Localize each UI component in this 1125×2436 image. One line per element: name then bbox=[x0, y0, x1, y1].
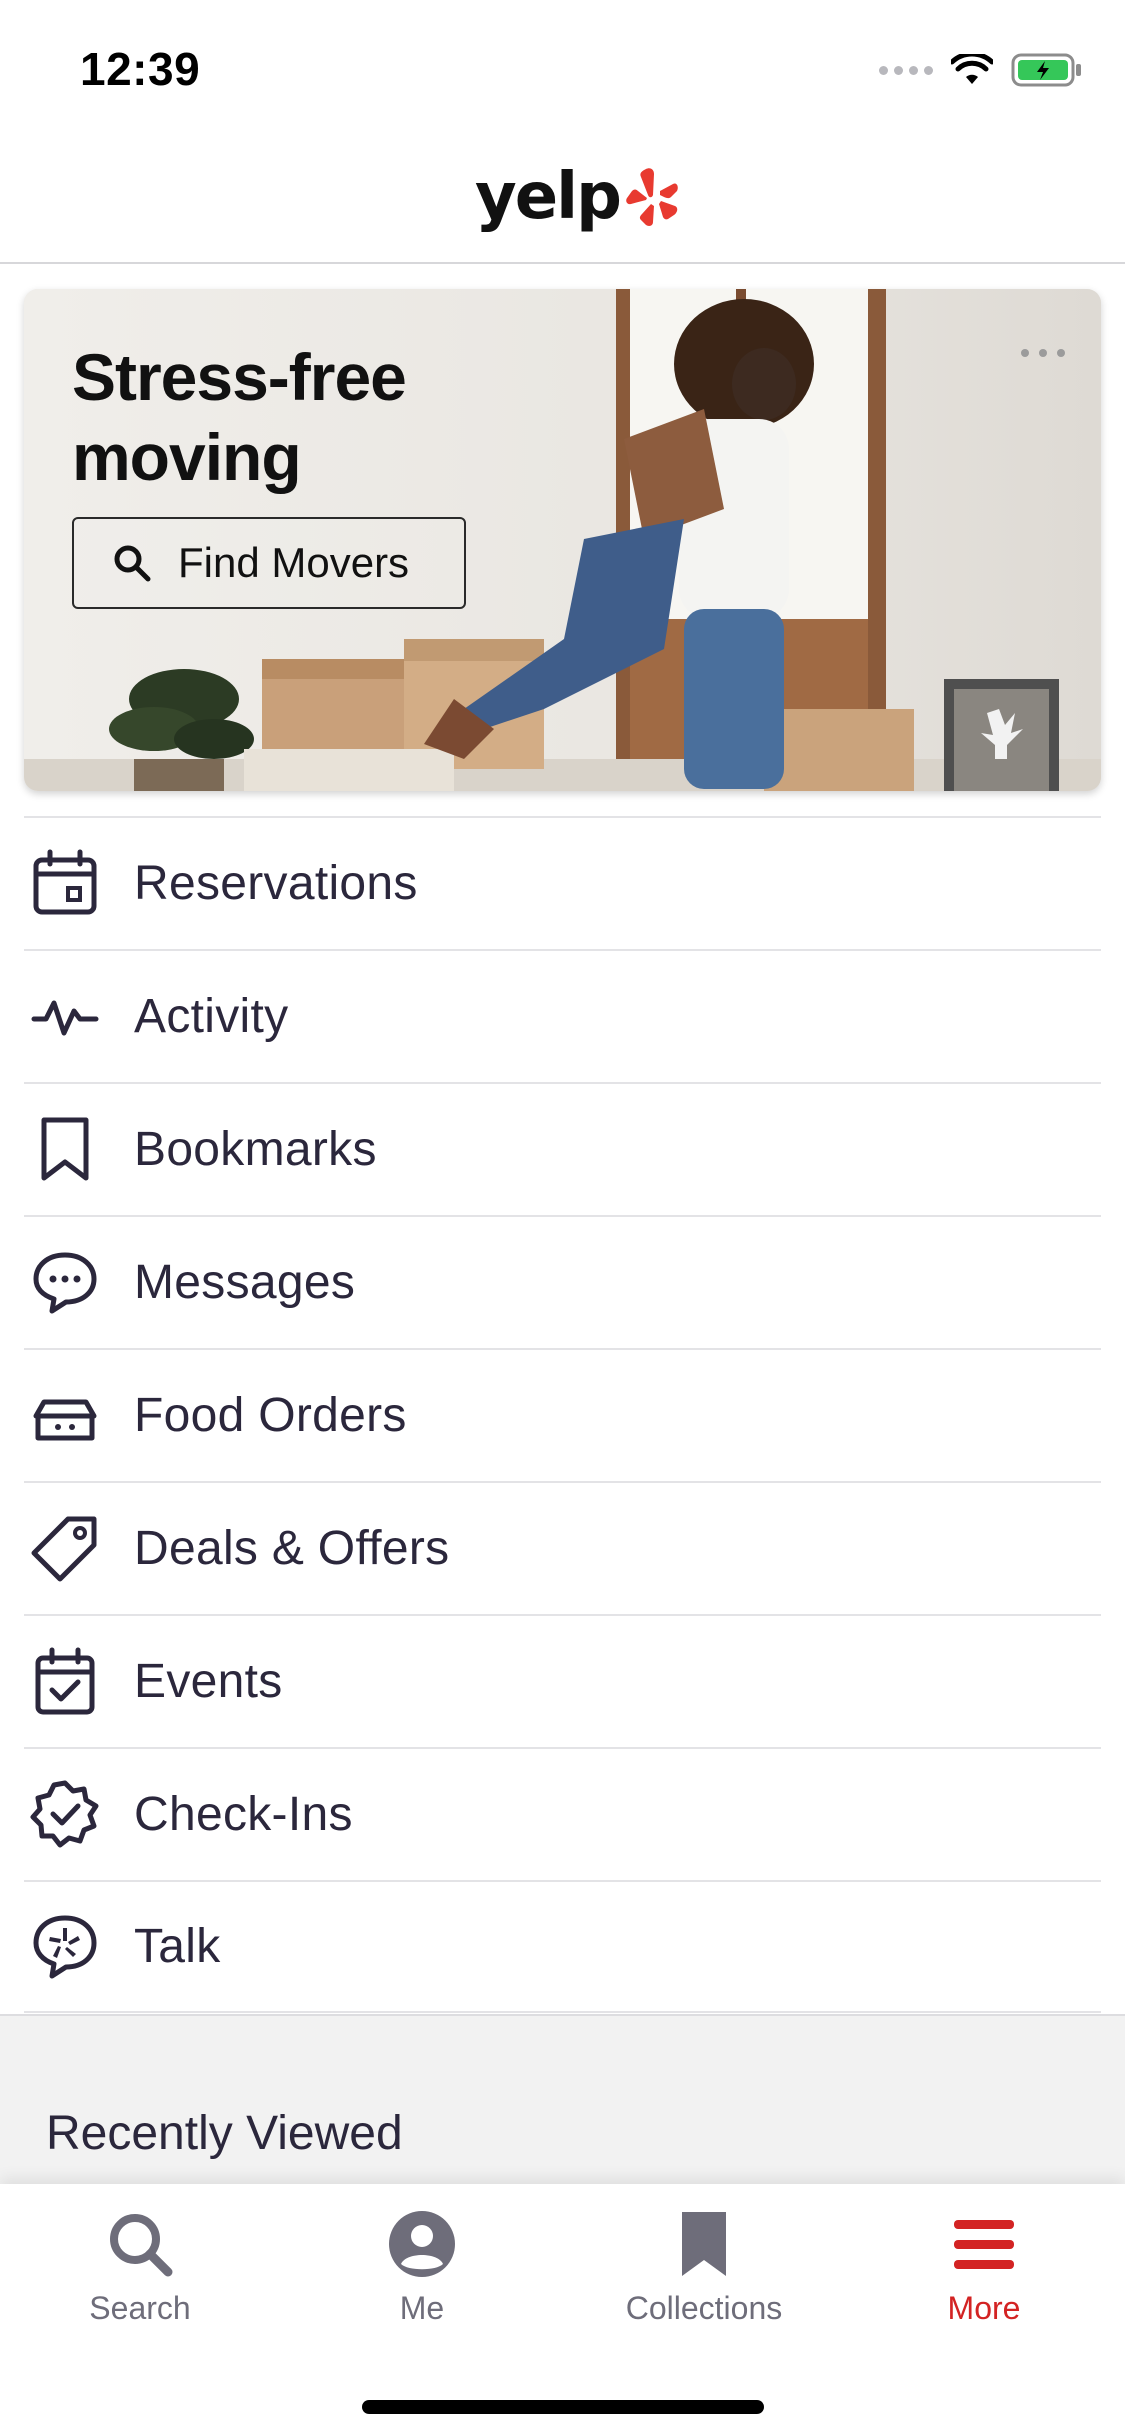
chat-bubble-icon bbox=[33, 1252, 97, 1314]
menu-item-reservations[interactable]: Reservations bbox=[24, 816, 1101, 949]
recently-viewed-title: Recently Viewed bbox=[46, 2107, 403, 2160]
talk-bubble-icon bbox=[33, 1915, 97, 1979]
tab-collections[interactable]: Collections bbox=[604, 2208, 804, 2327]
menu-item-talk[interactable]: Talk bbox=[24, 1880, 1101, 2013]
recently-viewed-section: Recently Viewed bbox=[0, 2014, 1125, 2186]
find-movers-label: Find Movers bbox=[178, 539, 410, 586]
menu-icon bbox=[954, 2220, 1014, 2269]
yelp-burst-icon bbox=[626, 168, 678, 226]
menu-label-deals-offers: Deals & Offers bbox=[134, 1522, 450, 1575]
menu-item-food-orders[interactable]: Food Orders bbox=[24, 1348, 1101, 1481]
badge-check-icon bbox=[30, 1780, 99, 1848]
home-indicator[interactable] bbox=[362, 2400, 764, 2414]
tab-more[interactable]: More bbox=[884, 2208, 1084, 2327]
menu-item-bookmarks[interactable]: Bookmarks bbox=[24, 1082, 1101, 1215]
wifi-icon bbox=[951, 54, 993, 84]
promo-title: Stress-free moving bbox=[72, 337, 407, 497]
menu-label-messages: Messages bbox=[134, 1256, 356, 1309]
tab-label-more: More bbox=[947, 2290, 1021, 2326]
calendar-check-icon bbox=[35, 1647, 95, 1715]
menu-item-messages[interactable]: Messages bbox=[24, 1215, 1101, 1348]
menu-item-events[interactable]: Events bbox=[24, 1614, 1101, 1747]
promo-title-line1: Stress-free bbox=[72, 340, 407, 414]
yelp-logo: yelp bbox=[475, 160, 680, 234]
cellular-signal-icon bbox=[879, 65, 933, 75]
menu-label-check-ins: Check-Ins bbox=[134, 1788, 353, 1841]
tag-icon bbox=[31, 1516, 97, 1582]
tab-me[interactable]: Me bbox=[322, 2208, 522, 2327]
app-header: yelp bbox=[0, 134, 1125, 264]
status-time: 12:39 bbox=[80, 43, 201, 95]
tab-label-search: Search bbox=[89, 2290, 191, 2326]
logo-wordmark: yelp bbox=[475, 160, 622, 234]
moving-promo-card[interactable]: Stress-free moving Find Movers bbox=[24, 289, 1101, 791]
more-menu-list: Reservations Activity Bookmarks Messages… bbox=[24, 816, 1101, 2013]
bookmark-icon bbox=[682, 2212, 726, 2276]
bookmark-icon bbox=[41, 1117, 89, 1181]
tab-label-me: Me bbox=[399, 2290, 445, 2326]
user-icon bbox=[389, 2211, 455, 2277]
menu-label-food-orders: Food Orders bbox=[134, 1389, 407, 1442]
search-icon bbox=[110, 2214, 173, 2277]
status-icons bbox=[879, 50, 1083, 90]
calendar-icon bbox=[33, 849, 97, 915]
menu-label-talk: Talk bbox=[134, 1920, 221, 1973]
menu-label-events: Events bbox=[134, 1655, 283, 1708]
menu-label-reservations: Reservations bbox=[134, 857, 418, 910]
promo-more-options-icon[interactable] bbox=[1021, 349, 1065, 357]
find-movers-button[interactable]: Find Movers bbox=[72, 517, 466, 609]
battery-icon bbox=[1011, 53, 1081, 87]
tab-search[interactable]: Search bbox=[40, 2208, 240, 2327]
bottom-tab-bar: Search Me Collections More bbox=[0, 2184, 1125, 2436]
menu-label-activity: Activity bbox=[134, 990, 289, 1043]
search-icon bbox=[114, 545, 151, 582]
status-bar: 12:39 bbox=[0, 0, 1125, 134]
food-basket-icon bbox=[33, 1399, 97, 1441]
menu-item-deals-offers[interactable]: Deals & Offers bbox=[24, 1481, 1101, 1614]
promo-title-line2: moving bbox=[72, 420, 302, 494]
tab-label-collections: Collections bbox=[625, 2290, 783, 2326]
menu-item-activity[interactable]: Activity bbox=[24, 949, 1101, 1082]
menu-label-bookmarks: Bookmarks bbox=[134, 1123, 377, 1176]
menu-item-check-ins[interactable]: Check-Ins bbox=[24, 1747, 1101, 1880]
activity-pulse-icon bbox=[31, 1000, 99, 1036]
